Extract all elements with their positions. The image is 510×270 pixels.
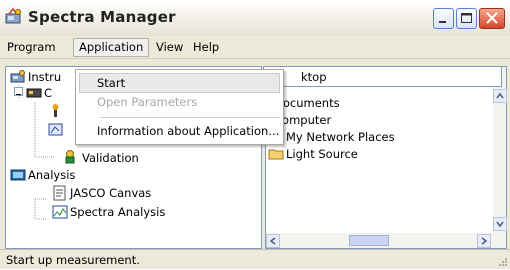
menu-separator bbox=[100, 117, 280, 118]
tree-item-spectra-analysis[interactable]: Spectra Analysis bbox=[70, 204, 165, 220]
menu-application[interactable]: Application bbox=[73, 38, 150, 57]
menu-item-information-about-application[interactable]: Information about Application... bbox=[97, 121, 279, 141]
tree-item-jasco-canvas[interactable]: JASCO Canvas bbox=[70, 185, 151, 201]
scroll-down-button[interactable] bbox=[493, 217, 507, 231]
close-button[interactable] bbox=[479, 8, 505, 29]
file-list-pane[interactable]: Documents Computer My Network Places Lig… bbox=[265, 66, 507, 249]
application-window: Spectra Manager Program Application View… bbox=[0, 0, 510, 269]
menu-item-start[interactable]: Start bbox=[97, 73, 125, 93]
list-item-network-places[interactable]: My Network Places bbox=[286, 129, 395, 145]
menu-help[interactable]: Help bbox=[188, 39, 224, 56]
spectrometer-icon bbox=[26, 84, 42, 100]
list-item-light-source[interactable]: Light Source bbox=[286, 146, 358, 162]
collapse-icon[interactable] bbox=[14, 87, 23, 96]
window-title: Spectra Manager bbox=[28, 8, 176, 26]
maximize-button[interactable] bbox=[456, 8, 477, 29]
spectra-analysis-icon bbox=[52, 204, 68, 220]
spectra-manager-icon bbox=[4, 7, 24, 27]
menu-item-open-parameters[interactable]: Open Parameters bbox=[97, 92, 197, 112]
minimize-button[interactable] bbox=[433, 8, 454, 29]
menu-bar: Program Application View Help bbox=[0, 36, 510, 59]
scroll-left-button[interactable] bbox=[266, 234, 280, 248]
menu-program[interactable]: Program bbox=[2, 39, 61, 56]
resize-grip-icon[interactable] bbox=[496, 255, 508, 267]
tree-item-validation[interactable]: Validation bbox=[82, 150, 139, 166]
location-value: ktop bbox=[301, 70, 327, 84]
tree-item-instruments[interactable]: Instru bbox=[28, 69, 61, 85]
folder-icon bbox=[268, 146, 284, 162]
tree-item-analysis[interactable]: Analysis bbox=[28, 167, 75, 183]
title-bar[interactable]: Spectra Manager bbox=[0, 0, 510, 36]
scroll-right-button[interactable] bbox=[477, 234, 491, 248]
measurement-window-icon bbox=[48, 122, 64, 138]
measurement-program-icon bbox=[48, 103, 64, 119]
location-combo[interactable]: ktop bbox=[263, 66, 502, 87]
analysis-icon bbox=[10, 167, 26, 183]
validation-icon bbox=[62, 149, 78, 165]
scroll-up-button[interactable] bbox=[493, 89, 507, 103]
horizontal-scrollbar[interactable] bbox=[266, 233, 506, 248]
application-menu: Start Open Parameters Information about … bbox=[75, 69, 284, 145]
instruments-icon bbox=[10, 69, 26, 85]
vertical-scrollbar[interactable] bbox=[493, 67, 507, 248]
tree-item-sub[interactable]: C bbox=[44, 85, 52, 101]
status-bar: Start up measurement. bbox=[0, 249, 510, 269]
status-text: Start up measurement. bbox=[6, 253, 140, 267]
horizontal-scroll-thumb[interactable] bbox=[349, 235, 389, 246]
jasco-canvas-icon bbox=[52, 185, 68, 201]
menu-view[interactable]: View bbox=[151, 39, 188, 56]
